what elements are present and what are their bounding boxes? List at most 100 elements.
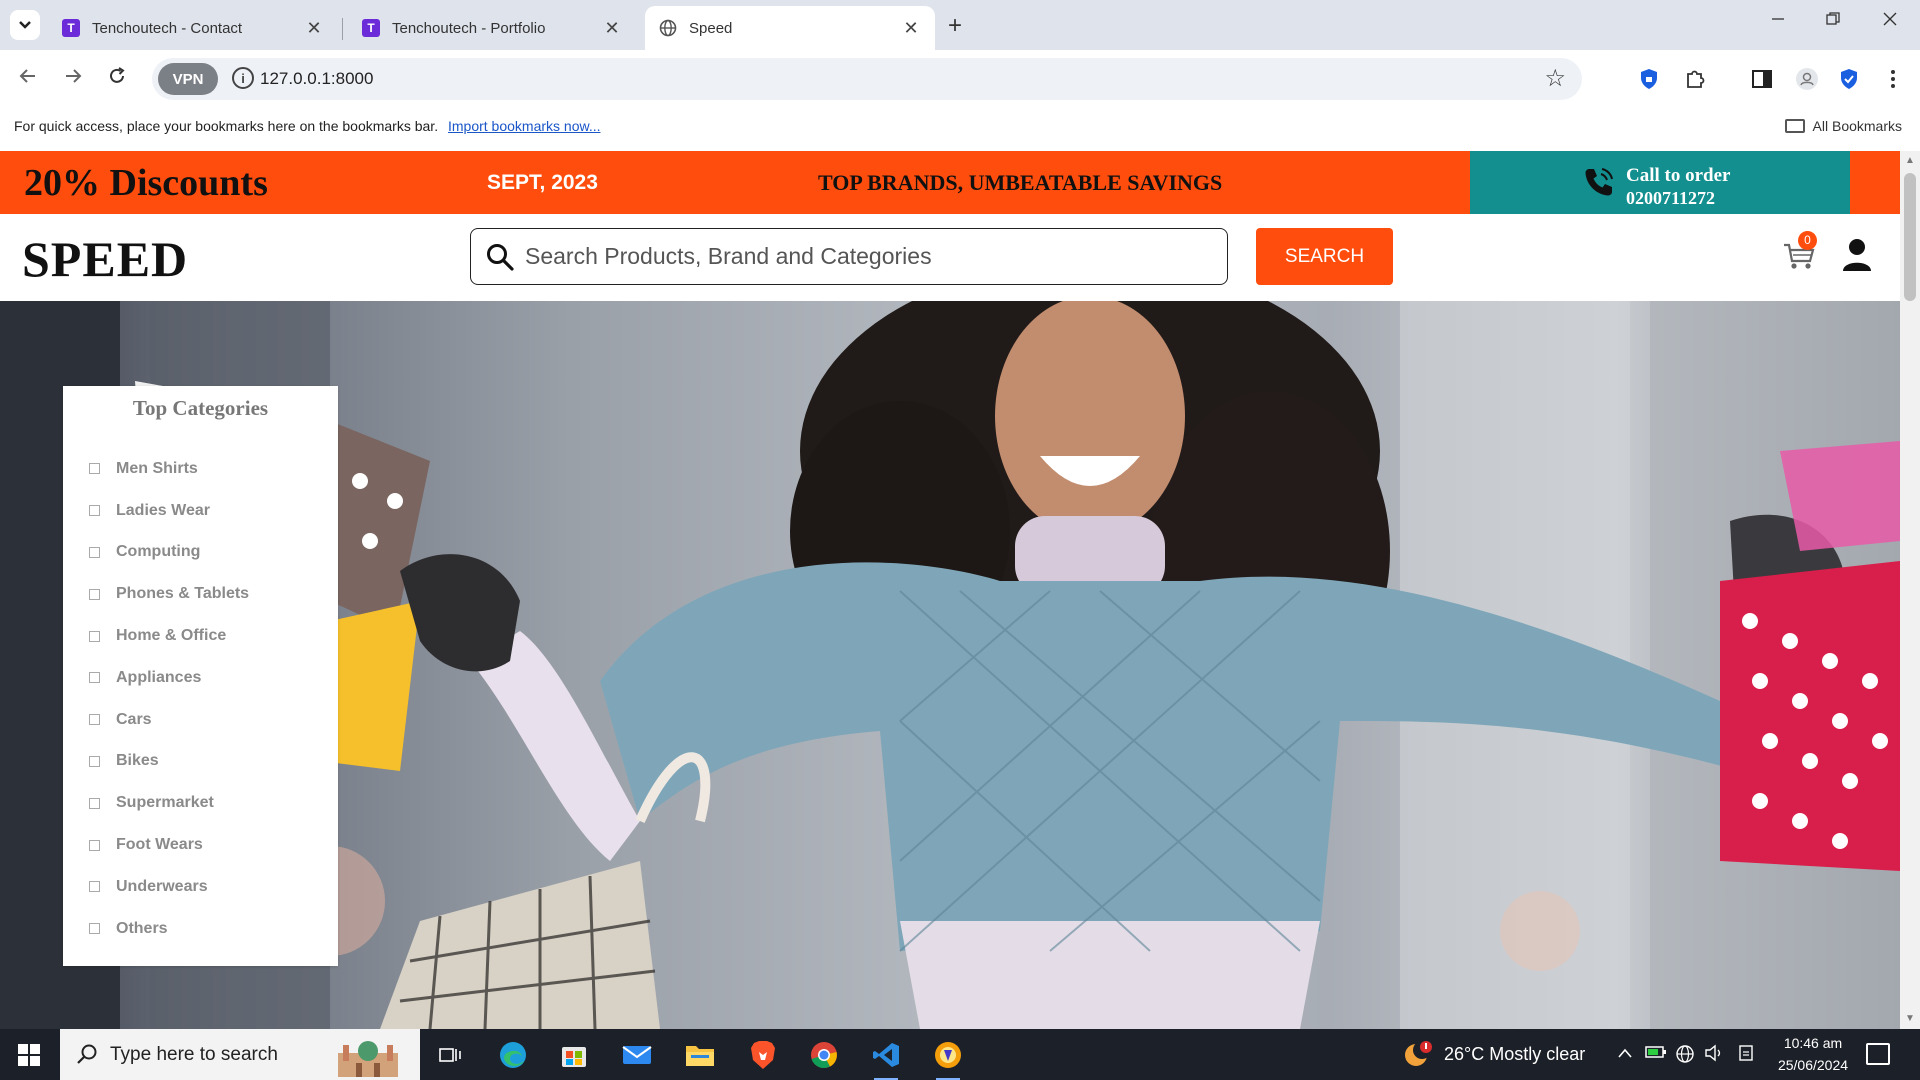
user-account-icon[interactable] xyxy=(1842,238,1872,272)
category-item[interactable]: Foot Wears xyxy=(89,824,249,866)
category-item[interactable]: Phones & Tablets xyxy=(89,573,249,615)
checkbox[interactable] xyxy=(89,505,100,517)
search-input[interactable] xyxy=(525,239,1205,273)
close-tab-icon[interactable]: ✕ xyxy=(901,18,921,39)
category-label: Others xyxy=(116,919,168,937)
category-item[interactable]: Computing xyxy=(89,532,249,574)
category-item[interactable]: Supermarket xyxy=(89,782,249,824)
chevron-down-icon xyxy=(19,21,31,29)
side-panel-icon[interactable] xyxy=(1747,64,1777,94)
weather-text[interactable]: 26°C Mostly clear xyxy=(1444,1044,1585,1065)
close-tab-icon[interactable]: ✕ xyxy=(304,18,324,39)
scroll-down-icon[interactable]: ▼ xyxy=(1905,1013,1915,1024)
bookmarks-hint: For quick access, place your bookmarks h… xyxy=(14,118,601,134)
file-explorer-icon[interactable] xyxy=(682,1037,718,1073)
category-label: Cars xyxy=(116,710,152,728)
page-scrollbar[interactable]: ▲ ▼ xyxy=(1900,151,1920,1029)
edge-browser-icon[interactable] xyxy=(495,1037,531,1073)
windows-start-icon[interactable] xyxy=(18,1044,40,1066)
checkbox[interactable] xyxy=(89,755,100,767)
discount-text: 20% Discounts xyxy=(24,162,268,204)
close-window-icon[interactable] xyxy=(1870,10,1910,31)
taskbar-clock-time[interactable]: 10:46 am xyxy=(1768,1035,1858,1051)
forward-arrow-icon[interactable] xyxy=(58,66,88,92)
site-header: SPEED SEARCH 0 xyxy=(0,214,1900,301)
page-viewport: 20% Discounts SEPT, 2023 TOP BRANDS, UMB… xyxy=(0,151,1900,1029)
browser-app-icon[interactable] xyxy=(930,1037,966,1080)
shield-extension-icon[interactable] xyxy=(1634,64,1664,94)
taskbar-clock-date[interactable]: 25/06/2024 xyxy=(1768,1057,1858,1073)
url-text[interactable]: 127.0.0.1:8000 xyxy=(260,69,373,89)
new-tab-button[interactable]: + xyxy=(948,12,962,40)
checkbox[interactable] xyxy=(89,463,100,475)
search-button[interactable]: SEARCH xyxy=(1256,228,1393,285)
category-item[interactable]: Appliances xyxy=(89,657,249,699)
security-shield-icon[interactable] xyxy=(1834,64,1864,94)
bookmarks-bar: For quick access, place your bookmarks h… xyxy=(0,108,1920,151)
call-number: 0200711272 xyxy=(1626,188,1716,208)
call-to-order-box[interactable]: Call to order 0200711272 xyxy=(1470,151,1850,214)
scroll-thumb[interactable] xyxy=(1904,173,1916,301)
category-list: Men Shirts Ladies Wear Computing Phones … xyxy=(89,448,249,950)
task-view-icon[interactable] xyxy=(432,1037,468,1073)
checkbox[interactable] xyxy=(89,672,100,684)
scroll-up-icon[interactable]: ▲ xyxy=(1905,155,1915,166)
tab-title: Tenchoutech - Portfolio xyxy=(392,19,546,37)
checkbox[interactable] xyxy=(89,797,100,809)
cart-count-badge: 0 xyxy=(1798,231,1817,250)
notification-center-icon[interactable] xyxy=(1866,1043,1890,1065)
checkbox[interactable] xyxy=(89,630,100,642)
network-globe-icon[interactable] xyxy=(1675,1044,1695,1069)
taskbar-search-box[interactable]: Type here to search xyxy=(60,1029,420,1080)
reload-icon[interactable] xyxy=(102,66,132,92)
category-label: Appliances xyxy=(116,668,202,686)
tab-contact[interactable]: T Tenchoutech - Contact ✕ xyxy=(48,6,338,50)
site-info-icon[interactable]: i xyxy=(232,67,254,89)
bookmark-star-icon[interactable]: ☆ xyxy=(1544,64,1566,93)
search-icon xyxy=(487,244,514,271)
vscode-icon[interactable] xyxy=(868,1037,904,1080)
category-item[interactable]: Home & Office xyxy=(89,615,249,657)
checkbox[interactable] xyxy=(89,881,100,893)
back-arrow-icon[interactable] xyxy=(13,66,43,92)
promo-slogan: TOP BRANDS, UMBEATABLE SAVINGS xyxy=(818,170,1223,195)
category-item[interactable]: Ladies Wear xyxy=(89,490,249,532)
close-tab-icon[interactable]: ✕ xyxy=(602,18,622,39)
brave-browser-icon[interactable] xyxy=(745,1037,781,1073)
weather-moon-icon[interactable] xyxy=(1402,1039,1434,1071)
checkbox[interactable] xyxy=(89,714,100,726)
import-bookmarks-link[interactable]: Import bookmarks now... xyxy=(448,118,601,134)
extensions-puzzle-icon[interactable] xyxy=(1680,64,1710,94)
tab-speed[interactable]: Speed ✕ xyxy=(645,6,935,50)
microsoft-store-icon[interactable] xyxy=(556,1037,592,1073)
category-item[interactable]: Bikes xyxy=(89,741,249,783)
site-logo[interactable]: SPEED xyxy=(22,230,188,288)
category-item[interactable]: Underwears xyxy=(89,866,249,908)
profile-avatar-icon[interactable] xyxy=(1792,64,1822,94)
category-label: Phones & Tablets xyxy=(116,585,250,603)
checkbox[interactable] xyxy=(89,588,100,600)
restore-window-icon[interactable] xyxy=(1813,10,1853,31)
mail-icon[interactable] xyxy=(619,1037,655,1073)
input-language-icon[interactable] xyxy=(1738,1044,1756,1069)
checkbox[interactable] xyxy=(89,839,100,851)
checkbox[interactable] xyxy=(89,546,100,558)
category-label: Foot Wears xyxy=(116,836,203,854)
speaker-volume-icon[interactable] xyxy=(1704,1044,1724,1067)
all-bookmarks-button[interactable]: All Bookmarks xyxy=(1784,118,1902,134)
category-item[interactable]: Others xyxy=(89,908,249,950)
category-item[interactable]: Cars xyxy=(89,699,249,741)
address-bar[interactable]: VPN i 127.0.0.1:8000 ☆ xyxy=(152,58,1582,100)
phone-icon xyxy=(1585,168,1613,196)
all-bookmarks-label: All Bookmarks xyxy=(1812,118,1902,134)
battery-icon[interactable] xyxy=(1645,1044,1667,1065)
checkbox[interactable] xyxy=(89,923,100,935)
tab-search-button[interactable] xyxy=(10,10,40,40)
category-item[interactable]: Men Shirts xyxy=(89,448,249,490)
minimize-window-icon[interactable] xyxy=(1758,10,1798,31)
browser-menu-icon[interactable] xyxy=(1878,64,1908,94)
tab-portfolio[interactable]: T Tenchoutech - Portfolio ✕ xyxy=(348,6,636,50)
chevron-up-icon[interactable] xyxy=(1617,1044,1633,1064)
chrome-browser-icon[interactable] xyxy=(806,1037,842,1073)
vpn-button[interactable]: VPN xyxy=(158,63,218,95)
